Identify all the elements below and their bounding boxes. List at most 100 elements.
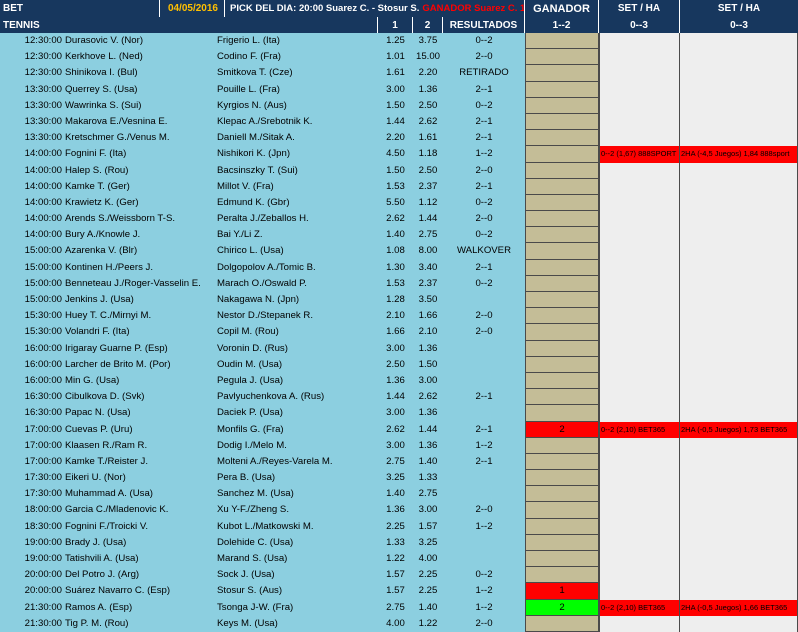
player-1[interactable]: Irigaray Guarne P. (Esp)	[65, 341, 217, 357]
odds-1[interactable]: 1.28	[378, 292, 413, 308]
set-cell-1[interactable]	[599, 211, 680, 228]
ganador-cell[interactable]	[525, 178, 599, 195]
odds-1[interactable]: 1.50	[378, 163, 413, 179]
player-1[interactable]: Muhammad A. (Usa)	[65, 486, 217, 502]
odds-1[interactable]: 1.36	[378, 373, 413, 389]
odds-2[interactable]: 2.10	[413, 324, 443, 340]
set-cell-2[interactable]	[680, 259, 798, 276]
player-1[interactable]: Cuevas P. (Uru)	[65, 422, 217, 438]
odds-2[interactable]: 3.00	[413, 502, 443, 518]
player-1[interactable]: Huey T. C./Mirnyi M.	[65, 308, 217, 324]
set-cell-1[interactable]	[599, 583, 680, 600]
table-row[interactable]: 14:00:00 Krawietz K. (Ger) Edmund K. (Gbr)…	[0, 194, 798, 212]
odds-1[interactable]: 3.00	[378, 82, 413, 98]
match-time[interactable]: 18:00:00	[0, 502, 65, 518]
player-1[interactable]: Wawrinka S. (Sui)	[65, 98, 217, 114]
ganador-cell[interactable]	[525, 275, 599, 292]
set-cell-1[interactable]	[599, 130, 680, 147]
set-cell-1[interactable]: 0--2 (1,67) 888SPORT	[599, 146, 680, 163]
player-2[interactable]: Smitkova T. (Cze)	[217, 65, 378, 81]
table-row[interactable]: 17:00:00 Cuevas P. (Uru) Monfils G. (Fra) 2…	[0, 421, 798, 438]
player-1[interactable]: Papac N. (Usa)	[65, 405, 217, 421]
match-time[interactable]: 14:00:00	[0, 179, 65, 195]
player-2[interactable]: Chirico L. (Usa)	[217, 243, 378, 259]
match-time[interactable]: 16:00:00	[0, 357, 65, 373]
odds-1[interactable]: 1.30	[378, 260, 413, 276]
result-cell[interactable]: 1--2	[443, 583, 525, 599]
odds-1[interactable]: 2.62	[378, 211, 413, 227]
odds-1[interactable]: 1.01	[378, 49, 413, 65]
player-2[interactable]: Tsonga J-W. (Fra)	[217, 600, 378, 616]
match-time[interactable]: 15:00:00	[0, 292, 65, 308]
odds-1[interactable]: 2.50	[378, 357, 413, 373]
player-2[interactable]: Dolehide C. (Usa)	[217, 535, 378, 551]
set-cell-2[interactable]	[680, 470, 798, 487]
odds-1[interactable]: 1.53	[378, 179, 413, 195]
player-2[interactable]: Keys M. (Usa)	[217, 616, 378, 632]
odds-2[interactable]: 2.75	[413, 227, 443, 243]
odds-2[interactable]: 2.37	[413, 276, 443, 292]
result-cell[interactable]: 2--1	[443, 389, 525, 405]
match-time[interactable]: 21:30:00	[0, 600, 65, 616]
ganador-cell[interactable]: 2	[525, 599, 599, 616]
player-2[interactable]: Bai Y./Li Z.	[217, 227, 378, 243]
match-time[interactable]: 17:00:00	[0, 454, 65, 470]
odds-1[interactable]: 1.33	[378, 535, 413, 551]
odds-1[interactable]: 2.62	[378, 422, 413, 438]
result-cell[interactable]: 1--2	[443, 438, 525, 454]
set-cell-2[interactable]	[680, 130, 798, 147]
table-row[interactable]: 17:30:00 Muhammad A. (Usa) Sanchez M. (Usa…	[0, 486, 798, 503]
table-row[interactable]: 19:00:00 Tatishvili A. (Usa) Marand S. (Us…	[0, 551, 798, 568]
table-row[interactable]: 16:00:00 Larcher de Brito M. (Por) Oudin M…	[0, 356, 798, 373]
player-2[interactable]: Pera B. (Usa)	[217, 470, 378, 486]
player-1[interactable]: Tatishvili A. (Usa)	[65, 551, 217, 567]
result-cell[interactable]	[443, 341, 525, 357]
table-row[interactable]: 16:30:00 Papac N. (Usa) Daciek P. (Usa) 3.0…	[0, 405, 798, 422]
set-cell-2[interactable]	[680, 227, 798, 244]
player-2[interactable]: Copil M. (Rou)	[217, 324, 378, 340]
match-time[interactable]: 13:30:00	[0, 130, 65, 146]
table-row[interactable]: 16:00:00 Irigaray Guarne P. (Esp) Voronin …	[0, 340, 798, 357]
result-cell[interactable]: 0--2	[443, 567, 525, 583]
match-time[interactable]: 19:00:00	[0, 551, 65, 567]
result-cell[interactable]: 2--1	[443, 179, 525, 195]
player-2[interactable]: Molteni A./Reyes-Varela M.	[217, 454, 378, 470]
result-cell[interactable]: 2--0	[443, 211, 525, 227]
player-1[interactable]: Brady J. (Usa)	[65, 535, 217, 551]
set-cell-1[interactable]	[599, 227, 680, 244]
odds-1[interactable]: 3.25	[378, 470, 413, 486]
match-time[interactable]: 13:30:00	[0, 82, 65, 98]
set-cell-2[interactable]	[680, 113, 798, 131]
player-1[interactable]: Kerkhove L. (Ned)	[65, 49, 217, 65]
odds-1[interactable]: 2.20	[378, 130, 413, 146]
match-time[interactable]: 21:30:00	[0, 616, 65, 632]
odds-2[interactable]: 15.00	[413, 49, 443, 65]
result-cell[interactable]: 0--2	[443, 33, 525, 49]
set-cell-2[interactable]	[680, 389, 798, 406]
player-2[interactable]: Dodig I./Melo M.	[217, 438, 378, 454]
set-cell-2[interactable]: 2HA (-4,5 Juegos) 1,84 888sport	[680, 146, 798, 163]
odds-1[interactable]: 1.40	[378, 486, 413, 502]
player-2[interactable]: Sock J. (Usa)	[217, 567, 378, 583]
ganador-cell[interactable]	[525, 227, 599, 244]
player-2[interactable]: Dolgopolov A./Tomic B.	[217, 260, 378, 276]
odds-2[interactable]: 8.00	[413, 243, 443, 259]
ganador-cell[interactable]	[525, 130, 599, 147]
set-cell-1[interactable]	[599, 243, 680, 260]
match-time[interactable]: 17:00:00	[0, 422, 65, 438]
odds-1[interactable]: 1.08	[378, 243, 413, 259]
set-cell-1[interactable]	[599, 567, 680, 584]
odds-2[interactable]: 1.50	[413, 357, 443, 373]
result-cell[interactable]: 1--2	[443, 519, 525, 535]
set-cell-2[interactable]	[680, 194, 798, 212]
odds-2[interactable]: 2.62	[413, 389, 443, 405]
set-cell-1[interactable]	[599, 518, 680, 535]
table-row[interactable]: 14:00:00 Fognini F. (Ita) Nishikori K. (Jp…	[0, 146, 798, 163]
odds-1[interactable]: 1.50	[378, 98, 413, 114]
player-1[interactable]: Fognini F. (Ita)	[65, 146, 217, 162]
result-cell[interactable]: 2--0	[443, 163, 525, 179]
ganador-cell[interactable]	[525, 486, 599, 503]
table-row[interactable]: 12:30:00 Shinikova I. (Bul) Smitkova T. (C…	[0, 65, 798, 82]
set-cell-2[interactable]	[680, 324, 798, 341]
player-1[interactable]: Cibulkova D. (Svk)	[65, 389, 217, 405]
